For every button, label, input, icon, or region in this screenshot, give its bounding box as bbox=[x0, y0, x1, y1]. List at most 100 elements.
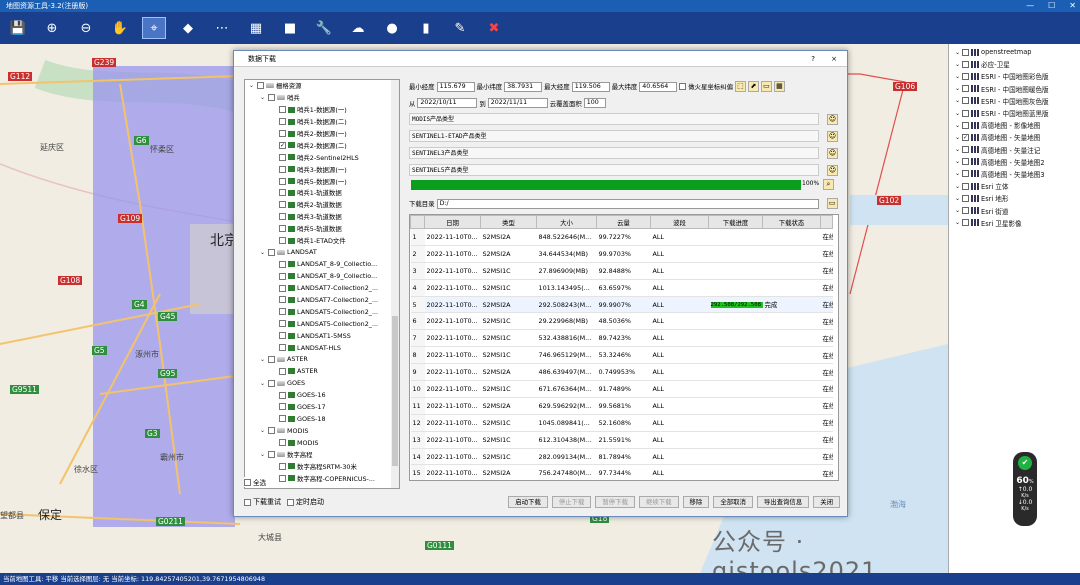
minlat-input[interactable]: 38.7931 bbox=[504, 81, 543, 92]
tree-checkbox[interactable] bbox=[279, 201, 286, 209]
expand-arrow-icon[interactable]: ⌄ bbox=[249, 82, 255, 89]
expand-arrow-icon[interactable]: ⌄ bbox=[955, 73, 960, 80]
expand-arrow-icon[interactable]: ⌄ bbox=[260, 380, 266, 387]
tree-node[interactable]: 哨兵1-数据源(二) bbox=[245, 116, 399, 128]
tree-checkbox[interactable] bbox=[279, 320, 286, 328]
tree-node[interactable]: LANDSAT_8-9_Collectio... bbox=[245, 258, 399, 270]
tool-icon[interactable]: 🔧 bbox=[312, 17, 336, 39]
action-button-1[interactable]: 停止下载 bbox=[551, 496, 592, 508]
expand-arrow-icon[interactable]: ⌄ bbox=[955, 170, 960, 177]
tree-checkbox[interactable] bbox=[279, 272, 286, 280]
expand-arrow-icon[interactable]: ⌄ bbox=[955, 146, 960, 153]
redownload-checkbox[interactable] bbox=[244, 498, 251, 506]
table-row[interactable]: 7 2022-11-10T0... S2MSI1C 532.438816(M... 89… bbox=[410, 329, 833, 348]
layer-item[interactable]: ⌄ 高德地图 - 影像地图 bbox=[949, 119, 1080, 131]
table-row[interactable]: 13 2022-11-10T0... S2MSI1C 612.310438(M... 2… bbox=[410, 431, 833, 449]
tree-checkbox[interactable] bbox=[279, 344, 286, 352]
layer-item[interactable]: ⌄ ESRI - 中国地图暖色版 bbox=[949, 83, 1080, 95]
tree-checkbox[interactable]: ✓ bbox=[279, 141, 286, 149]
layer-checkbox[interactable] bbox=[962, 121, 970, 129]
draw-extent-icon[interactable]: ⬚ bbox=[734, 81, 746, 92]
tree-checkbox[interactable] bbox=[257, 82, 264, 90]
tree-node[interactable]: LANDSAT7-Collection2_... bbox=[245, 294, 399, 306]
expand-arrow-icon[interactable]: ⌄ bbox=[955, 122, 960, 129]
expand-arrow-icon[interactable]: ⌄ bbox=[955, 49, 960, 56]
close-window-icon[interactable]: ✕ bbox=[1069, 0, 1076, 12]
layer-checkbox[interactable] bbox=[962, 48, 970, 56]
expand-arrow-icon[interactable]: ⌄ bbox=[260, 94, 266, 101]
tree-checkbox[interactable] bbox=[279, 367, 286, 375]
tree-node[interactable]: 哨兵1-ETAD文件 bbox=[245, 235, 399, 247]
layer-checkbox[interactable] bbox=[962, 60, 970, 68]
table-row[interactable]: 9 2022-11-10T0... S2MSI2A 486.639497(M... 0.… bbox=[410, 363, 833, 382]
maxlat-input[interactable]: 40.6564 bbox=[639, 81, 678, 92]
help-icon[interactable]: ? bbox=[811, 51, 815, 67]
save-icon[interactable]: 💾 bbox=[6, 17, 30, 39]
expand-arrow-icon[interactable]: ⌄ bbox=[955, 183, 960, 190]
column-header[interactable]: 下载状态 bbox=[762, 215, 821, 229]
select-icon[interactable]: ⌖ bbox=[142, 17, 166, 39]
tree-checkbox[interactable] bbox=[268, 427, 275, 435]
tree-checkbox[interactable] bbox=[268, 94, 275, 102]
tree-checkbox[interactable] bbox=[279, 439, 286, 447]
product-row[interactable]: SENTINEL1-ETAD产品类型 ☺ bbox=[409, 129, 839, 143]
tree-checkbox[interactable] bbox=[279, 177, 286, 185]
product-settings-icon[interactable]: ☺ bbox=[827, 130, 838, 142]
action-button-2[interactable]: 暂停下载 bbox=[595, 496, 635, 508]
tree-checkbox[interactable] bbox=[268, 248, 275, 256]
layer-item[interactable]: ⌄ Esri 地形 bbox=[949, 192, 1080, 204]
tree-node[interactable]: 数字高程-COPERNICUS-... bbox=[245, 472, 399, 484]
tree-checkbox[interactable] bbox=[279, 130, 286, 137]
minlon-input[interactable]: 115.679 bbox=[436, 81, 475, 92]
tree-node[interactable]: LANDSAT5-Collection2_... bbox=[245, 318, 399, 330]
mars-checkbox[interactable] bbox=[679, 83, 687, 90]
tree-checkbox[interactable] bbox=[268, 451, 275, 459]
layer-item[interactable]: ⌄ openstreetmap bbox=[949, 46, 1080, 58]
tree-node[interactable]: 数字高程SRTM-30米 bbox=[245, 461, 399, 473]
expand-arrow-icon[interactable]: ⌄ bbox=[260, 356, 266, 363]
layer-checkbox[interactable] bbox=[962, 109, 970, 117]
tree-checkbox[interactable] bbox=[279, 213, 286, 221]
tree-checkbox[interactable] bbox=[268, 379, 275, 387]
grid-icon[interactable]: ▦ bbox=[244, 17, 268, 39]
layer-checkbox[interactable] bbox=[962, 207, 970, 215]
tree-node[interactable]: 哨兵5-数据源(一) bbox=[245, 175, 399, 187]
tree-node[interactable]: GOES-16 bbox=[245, 389, 399, 401]
expand-arrow-icon[interactable]: ⌄ bbox=[955, 110, 960, 117]
layer-item[interactable]: ⌄ Esri 立体 bbox=[949, 180, 1080, 192]
layer-checkbox[interactable] bbox=[962, 194, 970, 202]
select-all[interactable]: 全选 bbox=[244, 477, 267, 487]
table-row[interactable]: 3 2022-11-10T0... S2MSI1C 27.896909(MB) 92.8… bbox=[410, 262, 833, 280]
product-row[interactable]: MODIS产品类型 ☺ bbox=[409, 112, 839, 126]
tree-node[interactable]: ⌄ 哨兵 bbox=[245, 92, 399, 104]
tree-node[interactable]: 哨兵1-数据源(一) bbox=[245, 104, 399, 116]
layer-checkbox[interactable] bbox=[962, 97, 970, 105]
table-row[interactable]: 4 2022-11-10T0... S2MSI1C 1013.143495(... 63… bbox=[410, 279, 833, 297]
table-row[interactable]: 15 2022-11-10T0... S2MSI2A 756.247480(M... 9… bbox=[410, 464, 833, 480]
column-header[interactable]: 云量 bbox=[596, 215, 651, 229]
pan-hand-icon[interactable]: ✋ bbox=[108, 17, 132, 39]
tree-checkbox[interactable] bbox=[279, 106, 286, 114]
select-extent-icon[interactable]: ⬈ bbox=[747, 81, 759, 92]
product-settings-icon[interactable]: ☺ bbox=[827, 147, 838, 159]
tree-node[interactable]: 哨兵2-Sentinel2HLS bbox=[245, 151, 399, 163]
cloud-input[interactable]: 100 bbox=[583, 98, 606, 108]
tree-node[interactable]: ⌄ ASTER bbox=[245, 353, 399, 365]
tree-checkbox[interactable] bbox=[279, 391, 286, 399]
column-header[interactable]: 日期 bbox=[424, 215, 481, 229]
table-row[interactable]: 12 2022-11-10T0... S2MSI1C 1045.089841(... 5… bbox=[410, 414, 833, 432]
action-button-5[interactable]: 全部取消 bbox=[713, 496, 753, 508]
layer-checkbox[interactable] bbox=[962, 170, 970, 178]
expand-arrow-icon[interactable]: ⌄ bbox=[955, 219, 960, 226]
to-date-input[interactable]: 2022/11/11 bbox=[487, 98, 548, 108]
expand-arrow-icon[interactable]: ⌄ bbox=[260, 249, 266, 256]
layer-item[interactable]: ⌄ 高德地图 - 矢量地图2 bbox=[949, 156, 1080, 168]
product-row[interactable]: SENTINEL3产品类型 ☺ bbox=[409, 146, 839, 160]
tree-node[interactable]: LANDSAT5-Collection2_... bbox=[245, 306, 399, 318]
layer-item[interactable]: ⌄ ESRI - 中国地图彩色版 bbox=[949, 70, 1080, 82]
tree-node[interactable]: LANDSAT-HLS bbox=[245, 342, 399, 354]
tree-node[interactable]: 哨兵2-轨道数据 bbox=[245, 199, 399, 211]
result-table[interactable]: 日期 类型 大小 云量 波段 下载进度 下载状态 1 2022-11-10T0... S2MSI2… bbox=[409, 214, 839, 481]
expand-arrow-icon[interactable]: ⌄ bbox=[955, 158, 960, 165]
expand-arrow-icon[interactable]: ⌄ bbox=[955, 61, 960, 68]
